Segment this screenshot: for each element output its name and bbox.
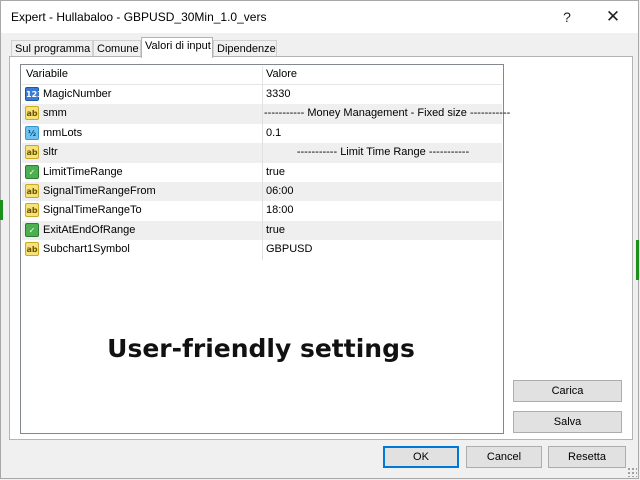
variable-name: mmLots [43,126,83,139]
cell-divider [262,220,263,241]
variable-name: SignalTimeRangeTo [43,204,142,217]
load-button[interactable]: Carica [513,380,622,402]
expert-properties-dialog: Expert - Hullabaloo - GBPUSD_30Min_1.0_v… [0,0,639,479]
string-icon: ab [25,183,39,198]
table-row[interactable]: ✓ ExitAtEndOfRange true [22,220,502,241]
boolean-icon: ✓ [25,164,39,179]
column-divider[interactable] [262,66,263,84]
cell-divider [262,181,263,202]
variable-value[interactable]: 06:00 [266,185,294,197]
cell-divider [262,143,263,163]
cell-divider [262,123,263,144]
boolean-icon: ✓ [25,222,39,237]
tab-comune[interactable]: Comune [93,40,141,57]
tab-sul-programma[interactable]: Sul programma [11,40,93,57]
save-button[interactable]: Salva [513,411,622,433]
variable-value[interactable]: ----------- Limit Time Range ----------- [264,146,502,158]
resize-grip[interactable] [627,467,637,477]
string-icon: ab [25,145,39,160]
table-row[interactable]: ✓ LimitTimeRange true [22,162,502,182]
variable-value[interactable]: 3330 [266,88,290,100]
string-icon: ab [25,203,39,218]
grid-rows: 123 MagicNumber 3330 ab smm ----------- Money… [22,85,510,260]
chart-edge-mark [0,200,3,220]
variable-value[interactable]: true [266,224,285,236]
table-row[interactable]: 123 MagicNumber 3330 [22,85,502,105]
variable-name: Subchart1Symbol [43,243,130,256]
inputs-grid: Variabile Valore 123 MagicNumber 3330 ab smm… [20,64,510,434]
table-row[interactable]: ab Subchart1Symbol GBPUSD [22,240,502,260]
reset-button[interactable]: Resetta [548,446,626,468]
variable-value[interactable]: 18:00 [266,204,294,216]
window-title: Expert - Hullabaloo - GBPUSD_30Min_1.0_v… [11,10,267,24]
table-row[interactable]: ½ mmLots 0.1 [22,123,502,144]
variable-name: sltr [43,146,58,159]
variable-value[interactable]: true [266,166,285,178]
column-header-value[interactable]: Valore [266,68,297,80]
table-row[interactable]: ab SignalTimeRangeTo 18:00 [22,201,502,221]
chart-edge-mark [636,240,639,280]
cell-divider [262,201,263,221]
string-icon: ab [25,106,39,121]
table-row[interactable]: ab sltr ----------- Limit Time Range -----… [22,143,502,163]
double-icon: ½ [25,125,39,140]
tab-valori-di-input[interactable]: Valori di input [141,37,213,58]
cancel-button[interactable]: Cancel [466,446,542,468]
variable-name: ExitAtEndOfRange [43,223,136,236]
help-button[interactable]: ? [544,1,590,33]
close-button[interactable]: ✕ [590,1,636,33]
variable-value[interactable]: GBPUSD [266,243,312,255]
variable-name: smm [43,107,67,120]
cell-divider [262,85,263,105]
grid-header: Variabile Valore [22,66,502,85]
string-icon: ab [25,242,39,257]
cell-divider [262,104,263,124]
title-bar: Expert - Hullabaloo - GBPUSD_30Min_1.0_v… [1,1,638,33]
variable-name: SignalTimeRangeFrom [43,184,156,197]
variable-value[interactable]: 0.1 [266,127,281,139]
tab-dipendenze[interactable]: Dipendenze [213,40,277,57]
integer-icon: 123 [25,87,43,101]
cell-divider [262,240,263,260]
banner-text: User-friendly settings [107,334,415,363]
cell-divider [262,162,263,182]
table-row[interactable]: ab SignalTimeRangeFrom 06:00 [22,181,502,202]
column-header-variable[interactable]: Variabile [26,68,68,80]
variable-value[interactable]: ----------- Money Management - Fixed siz… [264,107,510,119]
variable-name: MagicNumber [43,88,112,100]
ok-button[interactable]: OK [383,446,459,468]
table-row[interactable]: ab smm ----------- Money Management - Fixe… [22,104,510,124]
variable-name: LimitTimeRange [43,165,123,178]
